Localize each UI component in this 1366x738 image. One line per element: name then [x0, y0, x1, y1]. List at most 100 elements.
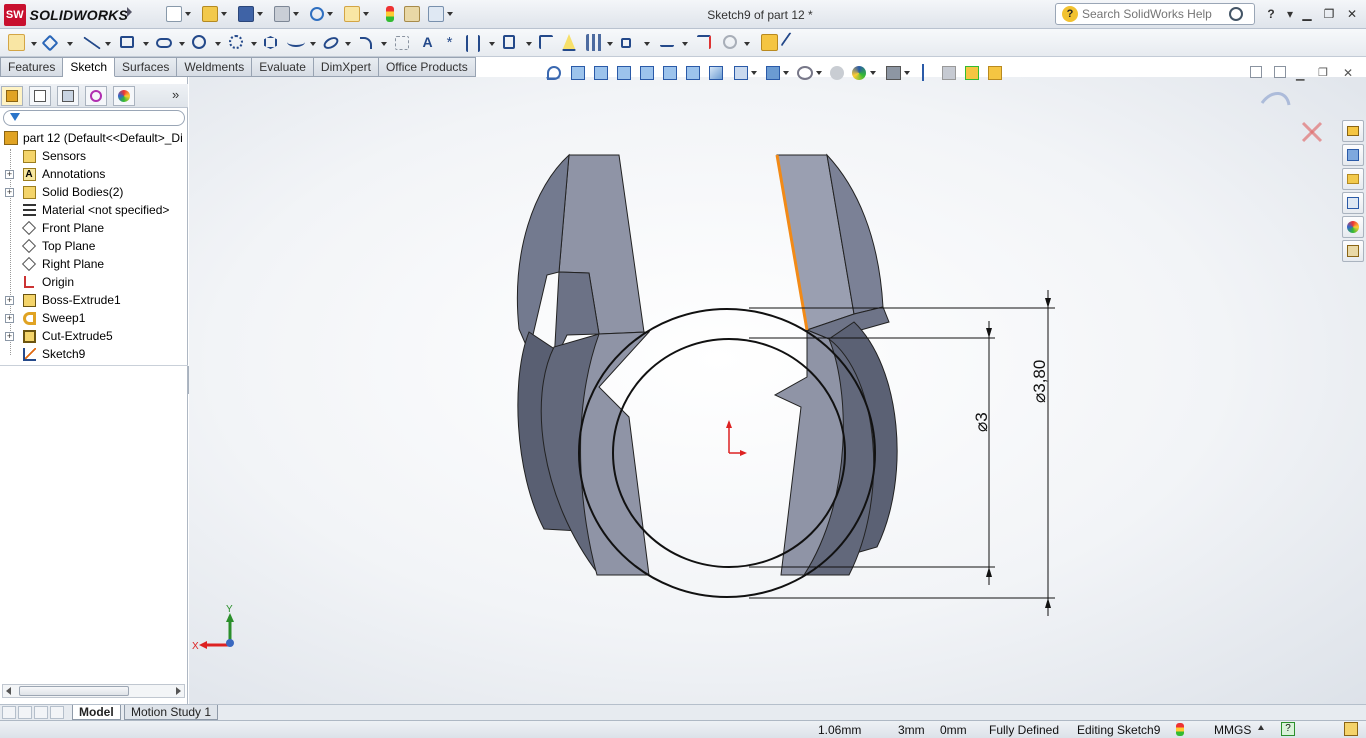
save-button[interactable] — [238, 5, 263, 23]
expand-icon[interactable]: + — [5, 331, 14, 341]
chevron-down-icon[interactable] — [783, 71, 789, 75]
circle-icon[interactable] — [192, 35, 206, 49]
display-style-icon[interactable] — [766, 66, 780, 80]
chevron-down-icon[interactable] — [607, 42, 613, 46]
chevron-down-icon[interactable] — [67, 42, 73, 46]
chevron-down-icon[interactable] — [143, 42, 149, 46]
view-palette-tab-icon[interactable] — [1342, 192, 1364, 214]
help-icon[interactable]: ? — [1264, 7, 1278, 21]
help-chevron-down-icon[interactable]: ▾ — [1283, 7, 1297, 21]
tab-office-products[interactable]: Office Products — [378, 57, 476, 77]
chevron-down-icon[interactable] — [105, 42, 111, 46]
horizontal-scrollbar[interactable] — [2, 684, 185, 698]
undo-button[interactable] — [310, 5, 333, 23]
chevron-down-icon[interactable] — [293, 12, 299, 16]
chevron-down-icon[interactable] — [363, 12, 369, 16]
apply-scene-icon[interactable] — [852, 66, 866, 80]
chevron-down-icon[interactable] — [489, 42, 495, 46]
tab-motion-study[interactable]: Motion Study 1 — [124, 705, 219, 720]
graphics-area[interactable]: ⌀3,80 ⌀3 Y X — [189, 77, 1366, 704]
design-library-tab-icon[interactable] — [1342, 144, 1364, 166]
viewport-link-icon[interactable] — [1274, 66, 1286, 78]
tree-item-annotations[interactable]: + A Annotations — [0, 165, 188, 183]
view-orientation-icon[interactable] — [734, 66, 748, 80]
view-back-icon[interactable] — [640, 66, 654, 80]
part-model[interactable] — [516, 153, 898, 598]
chevron-down-icon[interactable] — [345, 42, 351, 46]
expand-icon[interactable]: + — [5, 313, 14, 323]
repair-sketch-icon[interactable] — [697, 35, 711, 49]
point-icon[interactable]: * — [441, 34, 458, 51]
chevron-down-icon[interactable] — [751, 71, 757, 75]
expand-tabs-icon[interactable]: » — [172, 87, 179, 102]
file-properties-button[interactable] — [404, 5, 420, 23]
convert-entities-icon[interactable] — [503, 35, 515, 49]
tree-item-solid-bodies[interactable]: + Solid Bodies(2) — [0, 183, 188, 201]
cancel-sketch-icon[interactable] — [1301, 121, 1323, 143]
chevron-down-icon[interactable] — [816, 71, 822, 75]
menu-flyout-arrow-icon[interactable] — [127, 7, 132, 17]
viewport-close-icon[interactable]: ✕ — [1343, 66, 1353, 80]
tree-item-boss-extrude1[interactable]: + Boss-Extrude1 — [0, 291, 188, 309]
chevron-down-icon[interactable] — [526, 42, 532, 46]
tree-item-sweep1[interactable]: + Sweep1 — [0, 309, 188, 327]
chevron-down-icon[interactable] — [179, 42, 185, 46]
chevron-down-icon[interactable] — [682, 42, 688, 46]
edit-appearance-icon[interactable] — [830, 66, 844, 80]
new-document-button[interactable] — [166, 5, 191, 23]
view-settings-icon[interactable] — [886, 66, 901, 80]
tree-item-cut-extrude5[interactable]: + Cut-Extrude5 — [0, 327, 188, 345]
text-icon[interactable]: A — [419, 34, 436, 51]
file-explorer-tab-icon[interactable] — [1342, 168, 1364, 190]
instant-2d-icon[interactable] — [780, 32, 800, 52]
viewport-restore-icon[interactable]: ❐ — [1318, 66, 1328, 79]
feature-manager-tree-icon[interactable] — [1, 86, 23, 106]
print-button[interactable] — [274, 5, 299, 23]
status-unit-system[interactable]: MMGS — [1214, 723, 1251, 737]
tag-icon[interactable] — [1344, 722, 1358, 736]
open-button[interactable] — [202, 5, 227, 23]
chevron-down-icon[interactable] — [870, 71, 876, 75]
tree-item-front-plane[interactable]: Front Plane — [0, 219, 188, 237]
chevron-down-icon[interactable] — [221, 12, 227, 16]
previous-tab-icon[interactable] — [18, 706, 32, 719]
minimize-window-icon[interactable]: ▁ — [1300, 7, 1314, 21]
viewport-minimize-icon[interactable]: ▁ — [1296, 68, 1304, 81]
model-viewport[interactable]: ⌀3,80 ⌀3 Y X — [189, 77, 1366, 704]
display-manager-icon[interactable] — [113, 86, 135, 106]
dimension-outer-label[interactable]: ⌀3,80 — [1030, 360, 1049, 403]
arc-icon[interactable] — [229, 35, 243, 49]
configuration-manager-icon[interactable] — [57, 86, 79, 106]
unit-chevron-up-icon[interactable] — [1258, 725, 1264, 730]
resources-home-icon[interactable] — [1342, 120, 1364, 142]
select-button[interactable] — [344, 5, 369, 23]
fillet-icon[interactable] — [360, 37, 372, 49]
plane-icon[interactable] — [395, 36, 409, 50]
sketch-icon[interactable] — [8, 34, 25, 51]
close-window-icon[interactable]: ✕ — [1345, 7, 1359, 21]
tree-item-top-plane[interactable]: Top Plane — [0, 237, 188, 255]
tree-item-sketch9[interactable]: Sketch9 — [0, 345, 188, 363]
chevron-down-icon[interactable] — [381, 42, 387, 46]
tab-sketch[interactable]: Sketch — [63, 57, 116, 77]
scrollbar-thumb[interactable] — [19, 686, 129, 696]
tree-root-part[interactable]: part 12 (Default<<Default>_Di — [4, 129, 188, 147]
search-icon[interactable] — [1229, 7, 1243, 21]
scroll-right-icon[interactable] — [176, 687, 181, 695]
slot-icon[interactable] — [156, 38, 172, 48]
first-tab-icon[interactable] — [2, 706, 16, 719]
expand-icon[interactable]: + — [5, 295, 14, 305]
trim-entities-icon[interactable] — [466, 35, 480, 52]
chevron-down-icon[interactable] — [215, 42, 221, 46]
appearances-tab-icon[interactable] — [1342, 216, 1364, 238]
spline-icon[interactable] — [287, 37, 305, 47]
rectangle-icon[interactable] — [120, 36, 134, 48]
chevron-down-icon[interactable] — [447, 12, 453, 16]
help-search-box[interactable]: ? — [1055, 3, 1255, 25]
tree-item-sensors[interactable]: Sensors — [0, 147, 188, 165]
chevron-down-icon[interactable] — [644, 42, 650, 46]
file-explorer-icon[interactable] — [988, 66, 1002, 80]
hide-show-items-icon[interactable] — [797, 66, 813, 80]
display-relations-icon[interactable] — [660, 35, 674, 47]
custom-properties-tab-icon[interactable] — [1342, 240, 1364, 262]
